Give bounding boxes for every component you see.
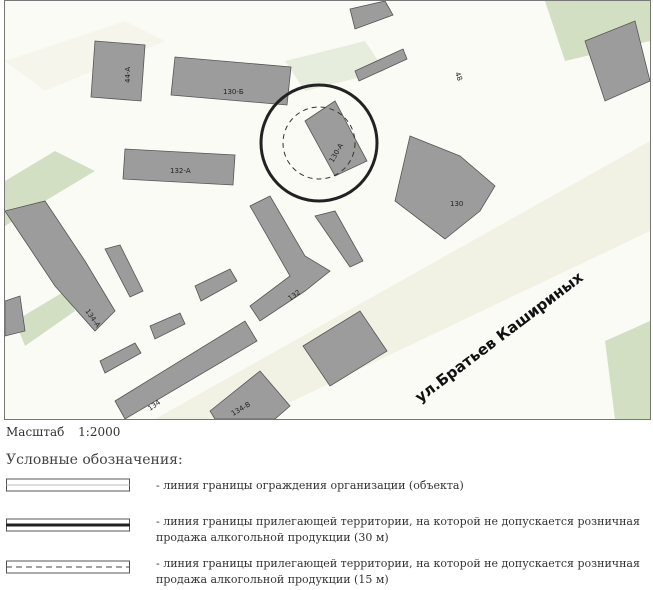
label-130b: 130-Б xyxy=(223,88,244,96)
scale-value: 1:2000 xyxy=(78,425,121,439)
label-132a: 132-А xyxy=(170,167,191,175)
building-narrow xyxy=(314,210,364,268)
legend-symbol-fence xyxy=(6,478,130,492)
building-44a xyxy=(90,40,146,102)
label-48: 48 xyxy=(453,71,464,82)
legend-text-fence: - линия границы ограждения организации (… xyxy=(156,479,464,492)
building-left-edge xyxy=(5,295,26,337)
scale-label: Масштаб xyxy=(6,425,65,439)
scale-line: Масштаб 1:2000 xyxy=(6,425,130,439)
building-top-1 xyxy=(349,1,394,30)
legend-text-15m: - линия границы прилегающей территории, … xyxy=(156,557,640,586)
building-small-2 xyxy=(194,268,238,302)
label-44a: 44-А xyxy=(124,67,132,83)
building-130 xyxy=(394,135,496,240)
green-patch-2 xyxy=(15,291,75,346)
building-small-3 xyxy=(149,312,186,340)
building-small-4 xyxy=(99,342,142,374)
building-130b xyxy=(170,56,292,106)
legend-symbol-15m xyxy=(6,560,130,574)
building-130a xyxy=(304,100,368,177)
map-area: 130-Б 130-А 132-А 130 44-А 48 132 134-А … xyxy=(4,0,651,420)
label-130: 130 xyxy=(450,200,463,208)
legend-title: Условные обозначения: xyxy=(6,452,183,468)
map-svg: 130-Б 130-А 132-А 130 44-А 48 132 134-А … xyxy=(5,1,650,419)
building-small-1 xyxy=(104,244,144,298)
legend-text-30m: - линия границы прилегающей территории, … xyxy=(156,515,640,544)
green-patch-5 xyxy=(605,321,650,419)
legend-symbol-30m xyxy=(6,518,130,532)
